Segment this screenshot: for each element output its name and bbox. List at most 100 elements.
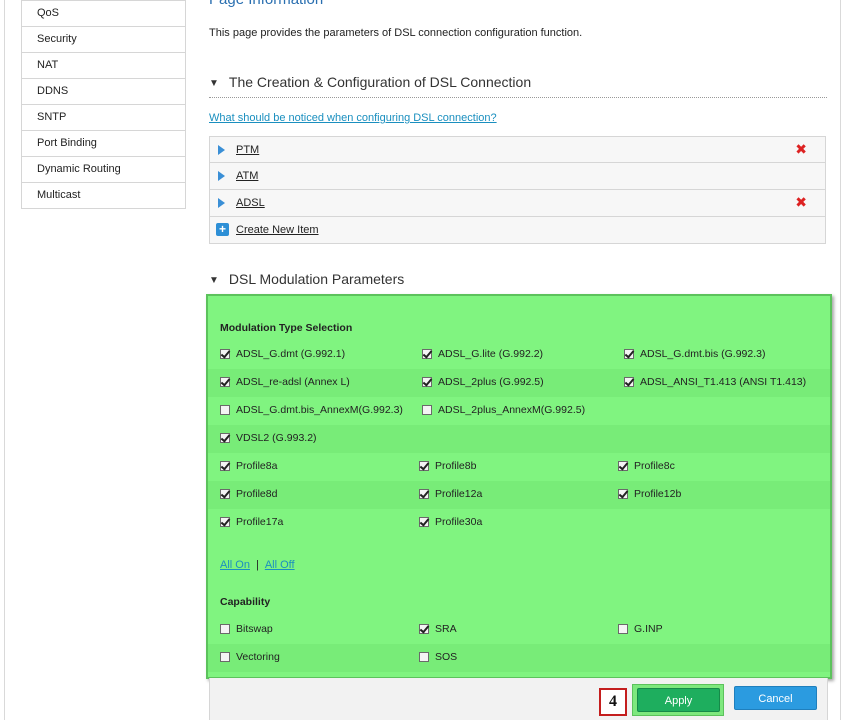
checkbox-profile12b[interactable]: Profile12b — [618, 488, 681, 500]
modulation-highlight-panel: Modulation Type Selection ADSL_G.dmt (G.… — [206, 294, 832, 679]
checkbox-box[interactable] — [220, 349, 230, 359]
checkbox-box[interactable] — [618, 624, 628, 634]
modulation-section-header[interactable]: ▼ DSL Modulation Parameters — [209, 271, 827, 295]
delete-x-icon[interactable]: ✖ — [795, 141, 807, 158]
checkbox-box[interactable] — [220, 489, 230, 499]
checkbox-box[interactable] — [422, 405, 432, 415]
checkbox-label: Profile8d — [236, 488, 278, 500]
plus-icon[interactable]: + — [216, 223, 229, 236]
checkbox-box[interactable] — [220, 433, 230, 443]
checkbox-profile30a[interactable]: Profile30a — [419, 516, 482, 528]
checkbox-box[interactable] — [220, 377, 230, 387]
checkbox-profile8b[interactable]: Profile8b — [419, 460, 476, 472]
checkbox-label: Bitswap — [236, 623, 273, 635]
checkbox-box[interactable] — [419, 652, 429, 662]
expand-arrow-icon[interactable] — [218, 198, 225, 208]
connection-row-adsl: ADSL ✖ — [209, 190, 826, 217]
sidebar-item-sntp[interactable]: SNTP — [21, 105, 186, 131]
checkbox-profile8d[interactable]: Profile8d — [220, 488, 277, 500]
modulation-row-4: VDSL2 (G.993.2) — [208, 425, 830, 453]
profile-row-2: Profile8d Profile12a Profile12b — [208, 481, 830, 509]
connection-link-adsl[interactable]: ADSL — [236, 197, 265, 209]
checkbox-box[interactable] — [618, 489, 628, 499]
page-title: Page Information — [209, 0, 323, 8]
creation-section-header[interactable]: ▼ The Creation & Configuration of DSL Con… — [209, 74, 827, 98]
collapse-triangle-icon: ▼ — [209, 78, 219, 89]
checkbox-adsl-re-adsl[interactable]: ADSL_re-adsl (Annex L) — [220, 376, 350, 388]
checkbox-profile12a[interactable]: Profile12a — [419, 488, 482, 500]
checkbox-box[interactable] — [419, 624, 429, 634]
sidebar-item-ddns[interactable]: DDNS — [21, 79, 186, 105]
connection-link-ptm[interactable]: PTM — [236, 144, 259, 156]
all-on-link[interactable]: All On — [220, 559, 250, 571]
checkbox-label: Profile12b — [634, 488, 682, 500]
modulation-section-title: DSL Modulation Parameters — [228, 271, 405, 287]
checkbox-adsl-ansi[interactable]: ADSL_ANSI_T1.413 (ANSI T1.413) — [624, 376, 806, 388]
sidebar-item-nat[interactable]: NAT — [21, 53, 186, 79]
all-on-off-controls: All On | All Off — [220, 559, 295, 571]
checkbox-adsl-glite[interactable]: ADSL_G.lite (G.992.2) — [422, 348, 543, 360]
checkbox-adsl-gdmt-bis-annexm[interactable]: ADSL_G.dmt.bis_AnnexM(G.992.3) — [220, 404, 403, 416]
checkbox-box[interactable] — [220, 405, 230, 415]
connection-row-atm: ATM — [209, 163, 826, 190]
checkbox-profile17a[interactable]: Profile17a — [220, 516, 283, 528]
checkbox-adsl-gdmt-bis[interactable]: ADSL_G.dmt.bis (G.992.3) — [624, 348, 765, 360]
checkbox-box[interactable] — [220, 624, 230, 634]
checkbox-box[interactable] — [419, 489, 429, 499]
checkbox-label: ADSL_2plus_AnnexM(G.992.5) — [438, 404, 586, 416]
checkbox-label: SRA — [435, 623, 457, 635]
collapse-triangle-icon: ▼ — [209, 275, 219, 286]
checkbox-box[interactable] — [618, 461, 628, 471]
checkbox-adsl-2plus[interactable]: ADSL_2plus (G.992.5) — [422, 376, 544, 388]
connection-link-atm[interactable]: ATM — [236, 170, 258, 182]
checkbox-label: Vectoring — [236, 651, 280, 663]
checkbox-sos[interactable]: SOS — [419, 651, 457, 663]
checkbox-adsl-2plus-annexm[interactable]: ADSL_2plus_AnnexM(G.992.5) — [422, 404, 585, 416]
checkbox-profile8c[interactable]: Profile8c — [618, 460, 675, 472]
checkbox-ginp[interactable]: G.INP — [618, 623, 663, 635]
checkbox-label: SOS — [435, 651, 458, 663]
checkbox-label: ADSL_G.dmt.bis (G.992.3) — [640, 348, 766, 360]
checkbox-label: ADSL_2plus (G.992.5) — [438, 376, 544, 388]
frame-right-line — [840, 0, 841, 720]
checkbox-adsl-gdmt[interactable]: ADSL_G.dmt (G.992.1) — [220, 348, 345, 360]
step-number-badge: 4 — [599, 688, 627, 716]
checkbox-box[interactable] — [419, 461, 429, 471]
checkbox-vdsl2[interactable]: VDSL2 (G.993.2) — [220, 432, 317, 444]
checkbox-box[interactable] — [419, 517, 429, 527]
sidebar-item-dynamic-routing[interactable]: Dynamic Routing — [21, 157, 186, 183]
checkbox-label: Profile8a — [236, 460, 278, 472]
checkbox-box[interactable] — [220, 517, 230, 527]
sidebar-item-security[interactable]: Security — [21, 27, 186, 53]
checkbox-label: Profile8b — [435, 460, 477, 472]
checkbox-label: ADSL_re-adsl (Annex L) — [236, 376, 350, 388]
checkbox-box[interactable] — [220, 652, 230, 662]
sidebar-item-qos[interactable]: QoS — [21, 0, 186, 27]
cancel-button[interactable]: Cancel — [734, 686, 817, 710]
all-off-link[interactable]: All Off — [265, 559, 295, 571]
modulation-row-3: ADSL_G.dmt.bis_AnnexM(G.992.3) ADSL_2plu… — [208, 397, 830, 425]
checkbox-box[interactable] — [624, 377, 634, 387]
checkbox-box[interactable] — [422, 349, 432, 359]
create-new-item-link[interactable]: Create New Item — [236, 224, 319, 236]
sidebar-item-port-binding[interactable]: Port Binding — [21, 131, 186, 157]
dsl-notice-link[interactable]: What should be noticed when configuring … — [209, 112, 497, 124]
checkbox-label: VDSL2 (G.993.2) — [236, 432, 317, 444]
sidebar-item-multicast[interactable]: Multicast — [21, 183, 186, 209]
expand-arrow-icon[interactable] — [218, 145, 225, 155]
section-divider — [209, 97, 827, 98]
checkbox-label: Profile30a — [435, 516, 483, 528]
checkbox-box[interactable] — [624, 349, 634, 359]
checkbox-sra[interactable]: SRA — [419, 623, 457, 635]
checkbox-profile8a[interactable]: Profile8a — [220, 460, 277, 472]
delete-x-icon[interactable]: ✖ — [795, 194, 807, 211]
checkbox-bitswap[interactable]: Bitswap — [220, 623, 273, 635]
checkbox-label: ADSL_G.dmt (G.992.1) — [236, 348, 346, 360]
expand-arrow-icon[interactable] — [218, 171, 225, 181]
connection-row-ptm: PTM ✖ — [209, 136, 826, 163]
modulation-row-1: ADSL_G.dmt (G.992.1) ADSL_G.lite (G.992.… — [208, 341, 830, 369]
apply-button[interactable]: Apply — [637, 688, 720, 712]
checkbox-box[interactable] — [220, 461, 230, 471]
checkbox-vectoring[interactable]: Vectoring — [220, 651, 280, 663]
checkbox-box[interactable] — [422, 377, 432, 387]
